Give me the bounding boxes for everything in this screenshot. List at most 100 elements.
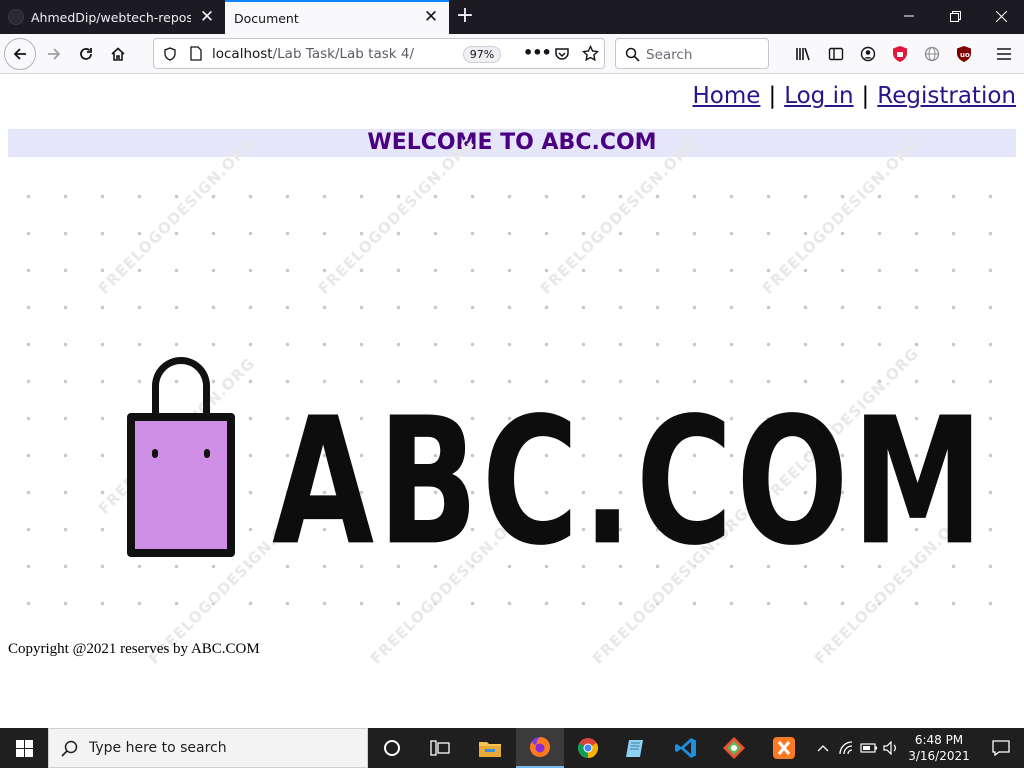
nav-registration-link[interactable]: Registration bbox=[877, 83, 1016, 109]
forward-button[interactable] bbox=[38, 38, 70, 70]
cortana-button[interactable] bbox=[368, 728, 416, 768]
notification-icon bbox=[992, 740, 1010, 756]
minimize-button[interactable] bbox=[886, 0, 932, 32]
vscode-icon bbox=[675, 738, 696, 758]
sourcetree-taskbar-button[interactable] bbox=[710, 728, 758, 768]
home-button[interactable] bbox=[102, 38, 134, 70]
reload-button[interactable] bbox=[70, 38, 102, 70]
restore-icon bbox=[949, 10, 961, 22]
top-navigation: Home | Log in | Registration bbox=[693, 83, 1016, 109]
zoom-indicator[interactable]: 97% bbox=[463, 46, 501, 63]
tracking-shield-icon bbox=[164, 47, 176, 61]
url-host: localhost bbox=[212, 46, 273, 62]
clock-time: 6:48 PM bbox=[914, 733, 964, 747]
logo-wordmark: ABC.COM bbox=[272, 380, 987, 585]
minimize-icon bbox=[904, 15, 914, 17]
bag-eye bbox=[204, 449, 210, 458]
xampp-taskbar-button[interactable] bbox=[760, 728, 808, 768]
notepad-taskbar-button[interactable] bbox=[612, 728, 660, 768]
url-text[interactable]: localhost/Lab Task/Lab task 4/ bbox=[212, 46, 414, 62]
close-tab-icon[interactable]: ✕ bbox=[199, 8, 215, 25]
forward-arrow-icon bbox=[48, 48, 61, 60]
sidebar-button[interactable] bbox=[820, 38, 852, 70]
close-window-button[interactable] bbox=[978, 0, 1024, 32]
search-input[interactable]: Search bbox=[615, 38, 769, 69]
system-clock[interactable]: 6:48 PM 3/16/2021 bbox=[900, 732, 978, 764]
network-button[interactable] bbox=[836, 728, 858, 768]
sidebar-icon bbox=[828, 47, 844, 61]
extension-ublock-button[interactable]: uo bbox=[948, 38, 980, 70]
volume-button[interactable] bbox=[880, 728, 902, 768]
library-icon bbox=[796, 47, 810, 61]
taskbar: Type here to search 6:48 PM 3/16/2021 bbox=[0, 728, 1024, 768]
nav-login-link[interactable]: Log in bbox=[784, 83, 853, 109]
extension-lastpass-button[interactable] bbox=[884, 38, 916, 70]
close-icon bbox=[995, 10, 1007, 22]
nav-toolbar: localhost/Lab Task/Lab task 4/ 97% ••• S… bbox=[0, 34, 1024, 74]
file-explorer-taskbar-button[interactable] bbox=[466, 728, 514, 768]
clock-date: 3/16/2021 bbox=[908, 749, 970, 763]
logo-watermark: FREELOGODESIGN.ORG bbox=[536, 134, 701, 298]
tab-document[interactable]: Document ✕ bbox=[225, 0, 449, 34]
new-tab-button[interactable]: + bbox=[452, 5, 478, 29]
home-icon bbox=[111, 47, 125, 61]
firefox-icon bbox=[530, 737, 550, 757]
git-diamond-icon bbox=[723, 737, 745, 759]
taskbar-search-placeholder: Type here to search bbox=[89, 740, 227, 756]
logo-watermark: FREELOGODESIGN.ORG bbox=[314, 134, 479, 298]
menu-button[interactable] bbox=[988, 38, 1020, 70]
vscode-taskbar-button[interactable] bbox=[662, 728, 710, 768]
notepad-icon bbox=[626, 740, 643, 757]
github-favicon-icon bbox=[8, 9, 24, 25]
site-logo-image: FREELOGODESIGN.ORG FREELOGODESIGN.ORG FR… bbox=[0, 134, 1024, 668]
xampp-icon bbox=[773, 737, 795, 759]
page-actions-icon[interactable]: ••• bbox=[523, 43, 552, 62]
restore-button[interactable] bbox=[932, 0, 978, 32]
tab-title: AhmedDip/webtech-repository bbox=[31, 9, 191, 25]
url-bar[interactable]: localhost/Lab Task/Lab task 4/ 97% ••• bbox=[153, 38, 605, 69]
hamburger-menu-icon bbox=[997, 48, 1011, 60]
account-button[interactable] bbox=[852, 38, 884, 70]
back-button[interactable] bbox=[4, 38, 36, 70]
back-arrow-icon bbox=[13, 48, 26, 60]
nav-separator: | bbox=[861, 83, 870, 109]
bag-eye bbox=[152, 449, 158, 458]
tab-strip: AhmedDip/webtech-repository ✕ Document ✕… bbox=[0, 0, 1024, 34]
globe-icon bbox=[924, 46, 940, 62]
shopping-bag-icon bbox=[127, 413, 235, 557]
account-icon bbox=[860, 46, 876, 62]
tab-github[interactable]: AhmedDip/webtech-repository ✕ bbox=[0, 0, 225, 34]
welcome-banner: WELCOME TO ABC.COM bbox=[8, 129, 1016, 157]
svg-text:uo: uo bbox=[960, 51, 970, 59]
chrome-taskbar-button[interactable] bbox=[564, 728, 612, 768]
action-center-button[interactable] bbox=[978, 728, 1024, 768]
task-view-icon bbox=[430, 740, 450, 756]
close-tab-icon[interactable]: ✕ bbox=[423, 8, 439, 25]
start-button[interactable] bbox=[0, 728, 48, 768]
search-placeholder: Search bbox=[646, 47, 693, 63]
extension-globe-button[interactable] bbox=[916, 38, 948, 70]
battery-icon bbox=[860, 743, 877, 753]
speaker-icon bbox=[883, 741, 896, 755]
taskbar-search-input[interactable]: Type here to search bbox=[48, 728, 368, 768]
battery-button[interactable] bbox=[858, 728, 880, 768]
bookmark-star-icon[interactable] bbox=[582, 45, 599, 62]
search-icon bbox=[625, 47, 640, 62]
nav-separator: | bbox=[768, 83, 777, 109]
ublock-icon: uo bbox=[957, 46, 971, 62]
chrome-icon bbox=[577, 738, 599, 759]
pocket-icon[interactable] bbox=[554, 46, 570, 62]
page-viewport: Home | Log in | Registration WELCOME TO ABC.… bbox=[0, 75, 1024, 728]
logo-watermark: FREELOGODESIGN.ORG bbox=[758, 134, 923, 298]
firefox-taskbar-button[interactable] bbox=[516, 728, 564, 768]
nav-home-link[interactable]: Home bbox=[693, 83, 761, 109]
library-button[interactable] bbox=[788, 38, 820, 70]
shopping-bag-handle-icon bbox=[152, 357, 210, 417]
show-hidden-icons-button[interactable] bbox=[812, 728, 834, 768]
logo-watermark: FREELOGODESIGN.ORG bbox=[94, 134, 259, 298]
page-icon bbox=[190, 46, 202, 61]
task-view-button[interactable] bbox=[416, 728, 464, 768]
folder-icon bbox=[479, 742, 501, 757]
reload-icon bbox=[80, 48, 92, 60]
tab-title: Document bbox=[234, 10, 299, 26]
